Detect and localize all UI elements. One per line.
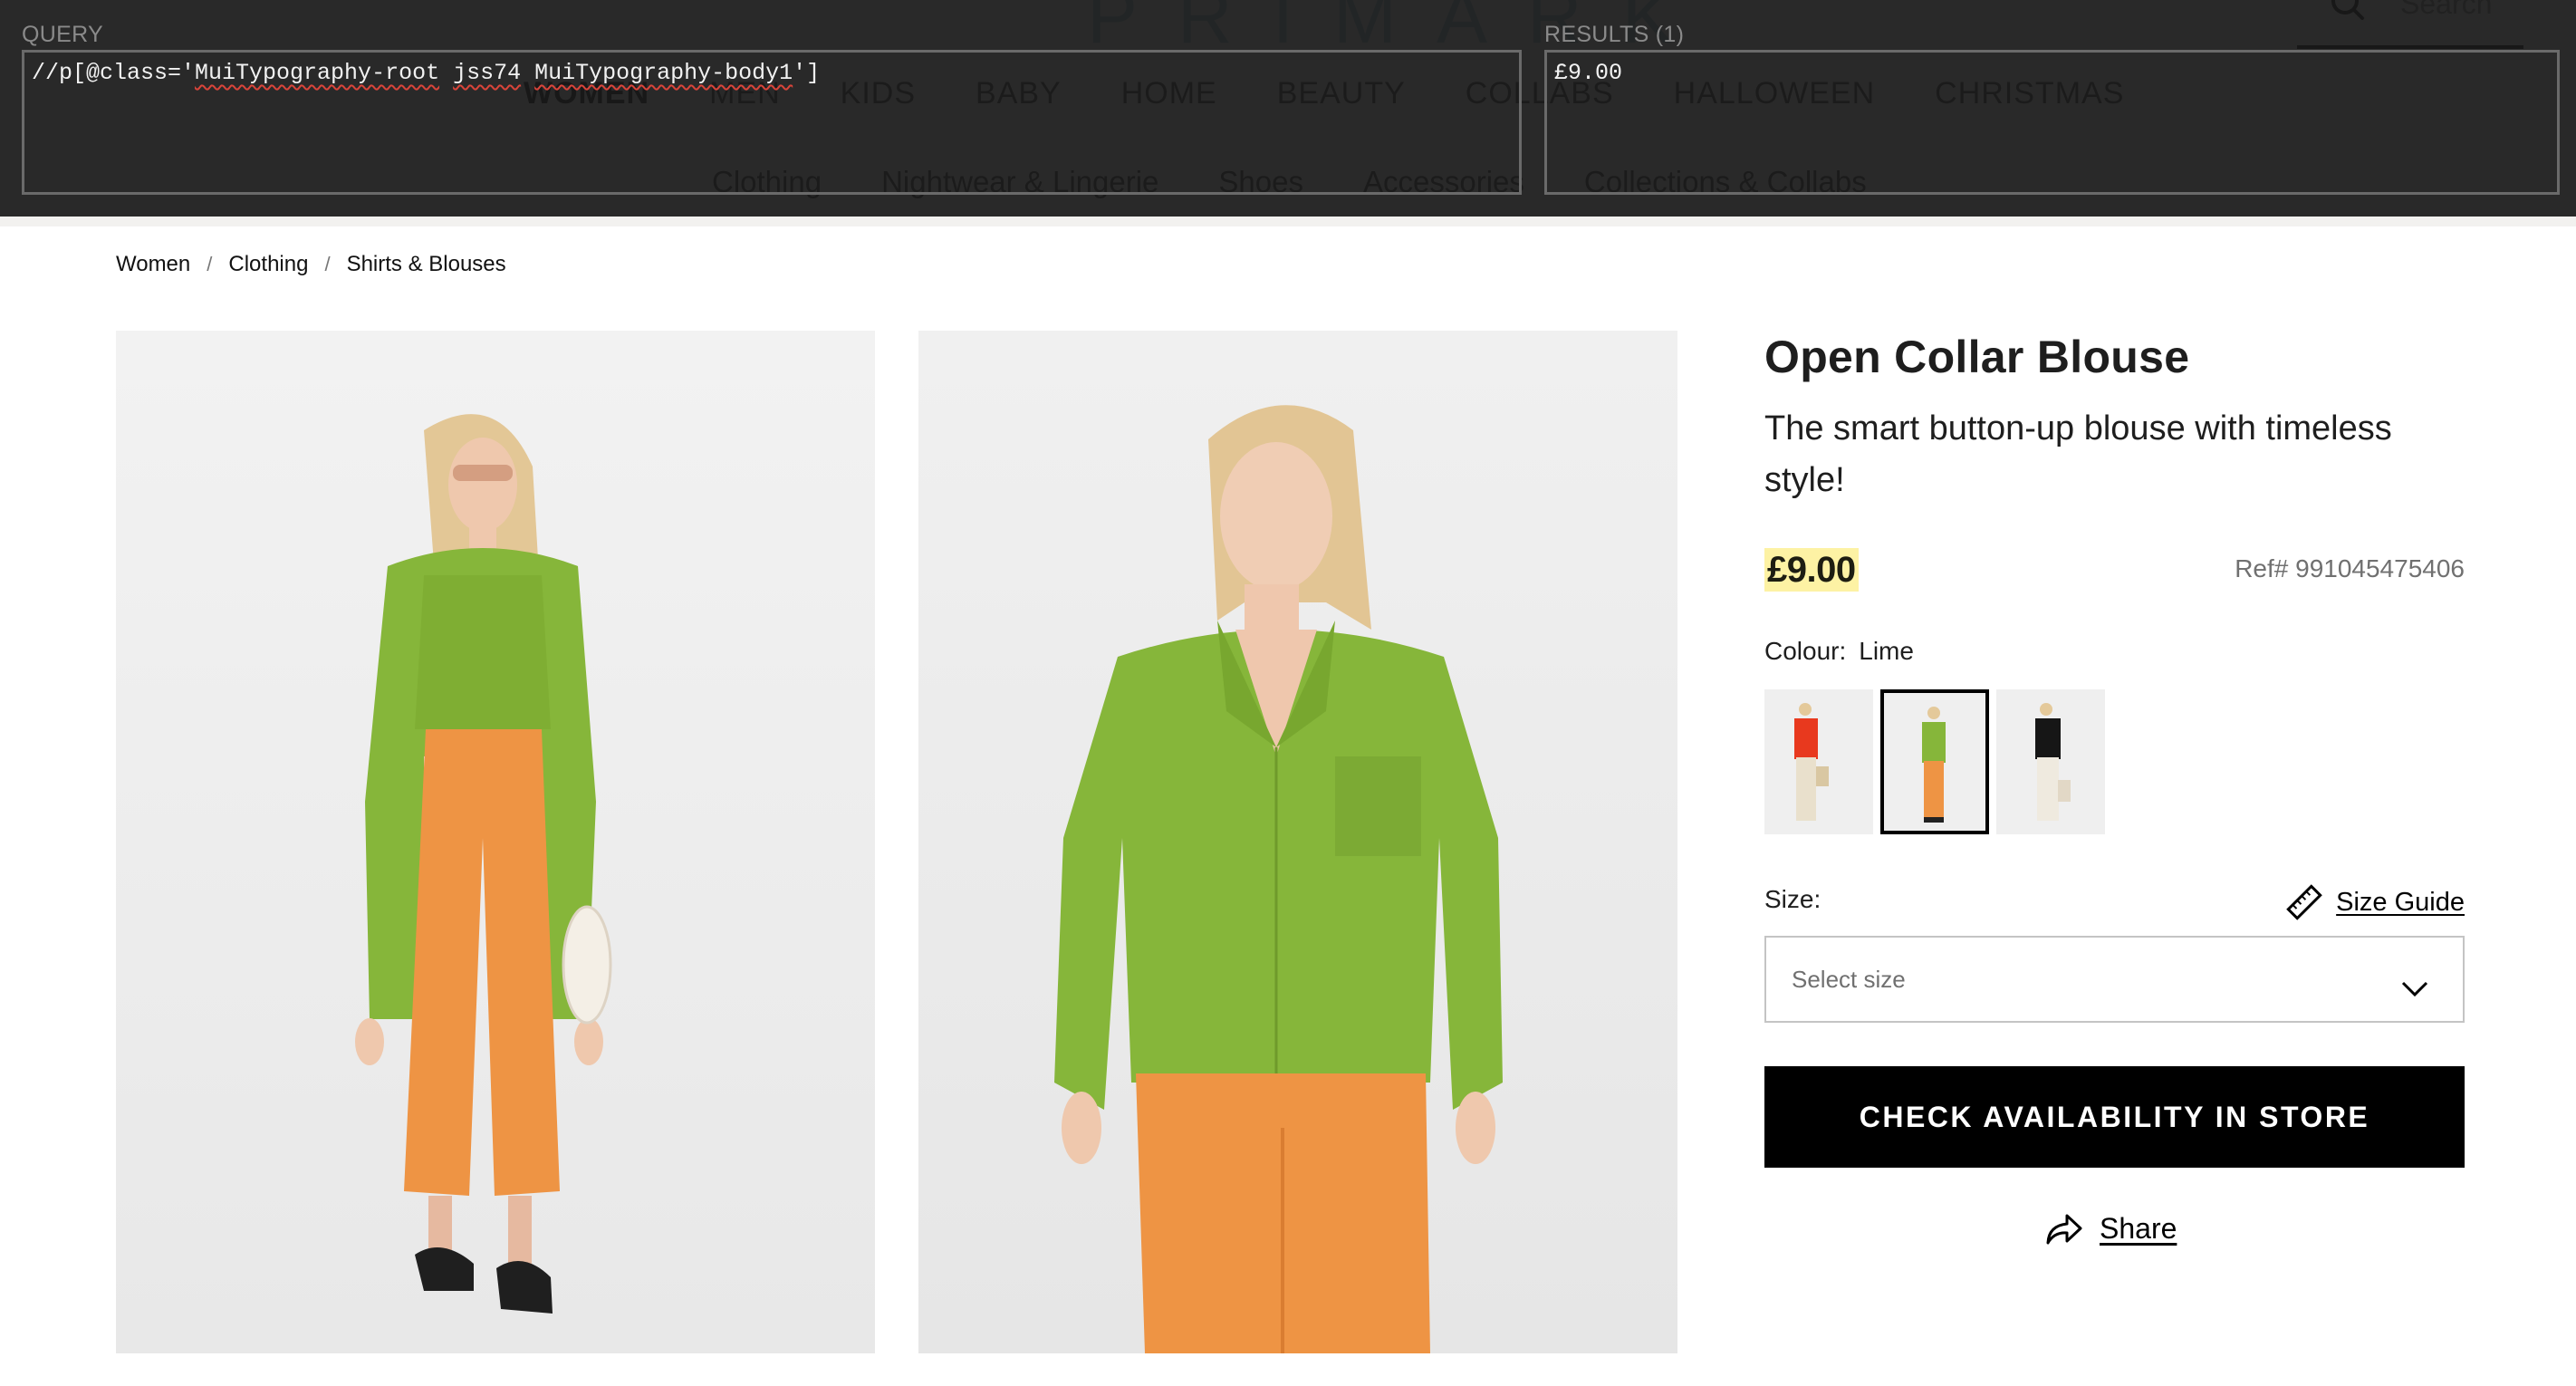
- product-ref: Ref# 991045475406: [2235, 554, 2465, 582]
- check-availability-button[interactable]: CHECK AVAILABILITY IN STORE: [1764, 1066, 2465, 1168]
- share-link[interactable]: Share: [2045, 1212, 2177, 1246]
- colour-label-text: Colour:: [1764, 637, 1847, 665]
- size-guide-link[interactable]: Size Guide: [2285, 883, 2465, 921]
- breadcrumb-women[interactable]: Women: [116, 252, 190, 277]
- inspector-overlay: QUERY //p[@class='MuiTypography-root jss…: [0, 0, 2576, 217]
- colour-swatch-black[interactable]: [1996, 689, 2105, 834]
- ruler-icon: [2286, 884, 2322, 920]
- query-token: jss74: [453, 60, 522, 86]
- query-input[interactable]: //p[@class='MuiTypography-root jss74 Mui…: [22, 50, 1522, 195]
- size-guide-label: Size Guide: [2336, 887, 2465, 917]
- size-select-placeholder: Select size: [1792, 966, 1906, 993]
- query-text: //p[@class='MuiTypography-root jss74 Mui…: [32, 60, 820, 86]
- size-label: Size:: [1764, 885, 1821, 913]
- query-label: QUERY: [22, 22, 103, 47]
- product-description: The smart button-up blouse with timeless…: [1764, 409, 2392, 499]
- product-image-close-up[interactable]: [918, 331, 1677, 1353]
- results-label: RESULTS (1): [1544, 22, 1685, 47]
- query-token: MuiTypography-root: [195, 60, 440, 86]
- query-token: MuiTypography-body1: [534, 60, 793, 86]
- colour-swatch-lime[interactable]: [1880, 689, 1989, 834]
- share-icon: [2046, 1214, 2082, 1244]
- breadcrumb-clothing[interactable]: Clothing: [228, 252, 308, 277]
- chevron-down-icon: [2401, 981, 2428, 997]
- result-item[interactable]: £9.00: [1554, 60, 1622, 86]
- colour-value: Lime: [1859, 637, 1914, 665]
- colour-label: Colour: Lime: [1764, 637, 1914, 666]
- product-price: £9.00: [1764, 548, 1859, 592]
- product-title: Open Collar Blouse: [1764, 332, 2190, 382]
- results-box: £9.00: [1544, 50, 2560, 195]
- breadcrumb-separator: /: [324, 253, 331, 275]
- breadcrumb-separator: /: [207, 253, 213, 275]
- breadcrumb-shirts-blouses[interactable]: Shirts & Blouses: [347, 252, 506, 277]
- query-suffix: ']: [793, 60, 821, 86]
- product-image-full-length[interactable]: [116, 331, 875, 1353]
- query-prefix: //p[@class=': [32, 60, 196, 86]
- share-label: Share: [2100, 1212, 2177, 1245]
- colour-swatch-red[interactable]: [1764, 689, 1873, 834]
- size-select[interactable]: Select size: [1764, 936, 2465, 1023]
- breadcrumb: Women / Clothing / Shirts & Blouses: [116, 252, 506, 277]
